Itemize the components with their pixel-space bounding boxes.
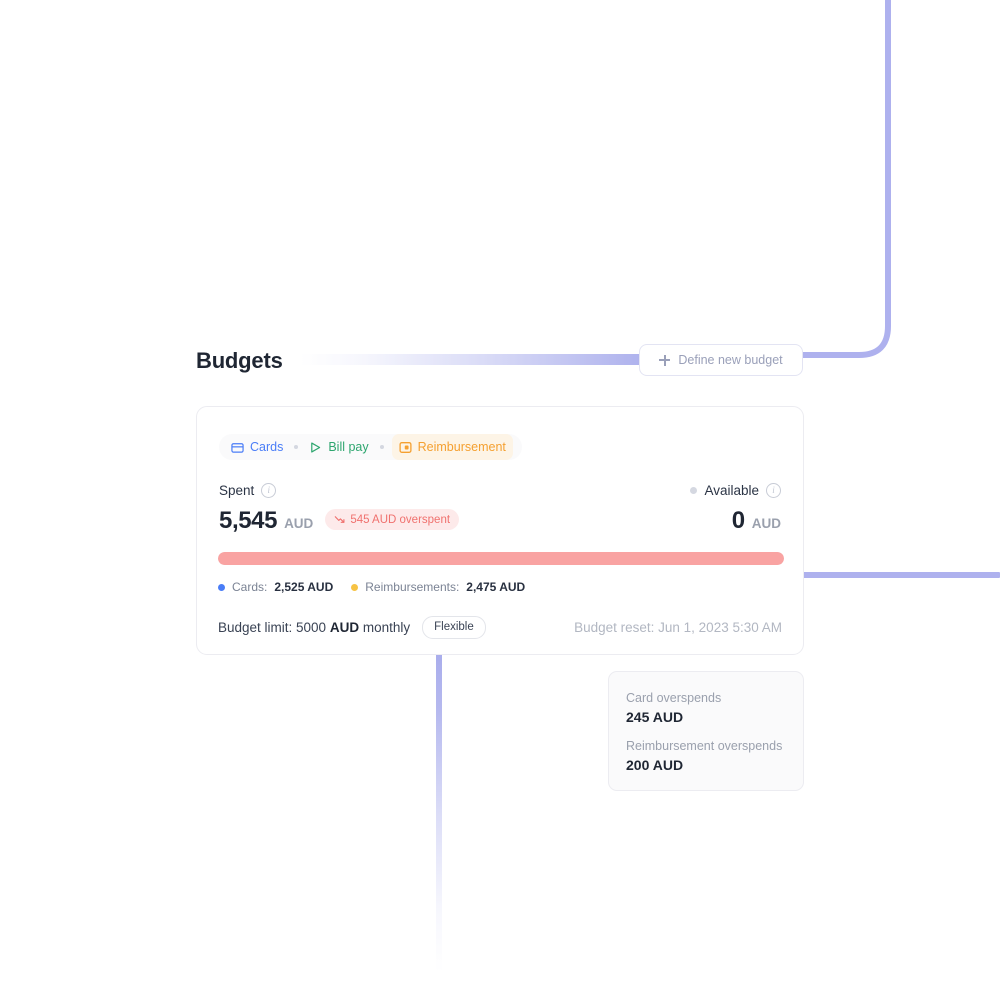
spent-value-row: 5,545 AUD 545 AUD overspent xyxy=(219,507,460,534)
available-label-row: Available i xyxy=(690,481,781,499)
overspent-badge: 545 AUD overspent xyxy=(325,509,460,530)
budget-reset-text: Budget reset: Jun 1, 2023 5:30 AM xyxy=(574,619,782,635)
legend-reimbursements-label: Reimbursements: xyxy=(365,580,460,594)
plus-icon xyxy=(659,354,671,366)
spent-amount: 5,545 xyxy=(219,507,278,534)
budget-source-chip-group: Cards Bill pay Reimbursement xyxy=(219,434,522,460)
card-overspends-label: Card overspends xyxy=(626,691,722,705)
chip-reimbursement[interactable]: Reimbursement xyxy=(391,434,513,460)
chip-reimbursement-label: Reimbursement xyxy=(417,440,506,454)
available-value-row: 0 AUD xyxy=(690,508,781,534)
connector-line-top-right xyxy=(800,0,891,358)
available-label: Available xyxy=(704,482,759,498)
trending-up-icon xyxy=(334,514,345,525)
chip-separator-dot xyxy=(379,445,384,449)
spent-metric: Spent i 5,545 AUD 545 AUD overspent xyxy=(219,481,460,534)
define-new-budget-button[interactable]: Define new budget xyxy=(639,344,803,376)
reimbursement-overspends-label: Reimbursement overspends xyxy=(626,739,783,753)
budget-progress-bar xyxy=(218,552,784,565)
budget-limit-prefix: Budget limit: 5000 xyxy=(218,619,330,635)
budget-card: Cards Bill pay Reimbursement Spent i 5,5… xyxy=(196,406,804,655)
budget-limit-currency: AUD xyxy=(329,619,360,635)
legend-cards-value: 2,525 AUD xyxy=(274,580,334,594)
receipt-card-icon xyxy=(399,441,412,454)
spent-currency: AUD xyxy=(284,516,314,531)
overspend-tooltip: Card overspends 245 AUD Reimbursement ov… xyxy=(608,671,804,791)
flexible-badge[interactable]: Flexible xyxy=(422,615,486,639)
legend-reimbursements-value: 2,475 AUD xyxy=(466,580,526,594)
define-new-budget-label: Define new budget xyxy=(678,353,783,367)
page-title: Budgets xyxy=(196,348,283,373)
legend-dot-reimbursements xyxy=(351,583,359,591)
budget-progress-fill xyxy=(218,552,784,565)
legend-dot-cards xyxy=(218,583,225,591)
spent-label: Spent xyxy=(219,482,255,498)
info-icon[interactable]: i xyxy=(261,482,277,498)
legend-item-reimbursements: Reimbursements: 2,475 AUD xyxy=(351,580,525,594)
connector-line-bottom xyxy=(436,654,442,972)
reimbursement-overspends-value: 200 AUD xyxy=(626,757,684,773)
budget-limit-text: Budget limit: 5000 AUD monthly xyxy=(218,620,410,635)
card-overspends-value: 245 AUD xyxy=(626,709,684,725)
chip-cards[interactable]: Cards xyxy=(228,434,286,460)
chip-cards-label: Cards xyxy=(250,440,284,454)
available-amount: 0 xyxy=(731,507,745,534)
available-dot-icon xyxy=(690,486,698,494)
overspent-badge-label: 545 AUD overspent xyxy=(350,513,451,526)
available-currency: AUD xyxy=(751,516,781,531)
budget-legend: Cards: 2,525 AUD Reimbursements: 2,475 A… xyxy=(218,580,525,594)
connector-line-right xyxy=(803,572,1000,578)
info-icon[interactable]: i xyxy=(766,482,781,498)
available-metric: Available i 0 AUD xyxy=(690,481,781,534)
credit-card-icon xyxy=(231,441,244,454)
budget-limit-suffix: monthly xyxy=(359,619,411,635)
page-canvas: Budgets Define new budget Cards Bill pay… xyxy=(0,0,1000,1000)
connector-line-left-fade xyxy=(300,354,645,365)
budget-card-footer: Budget limit: 5000 AUD monthly Flexible … xyxy=(218,615,782,639)
spent-label-row: Spent i xyxy=(219,481,459,499)
chip-separator-dot xyxy=(294,445,299,449)
chip-bill-pay-label: Bill pay xyxy=(328,440,369,454)
send-icon xyxy=(309,441,322,454)
chip-bill-pay[interactable]: Bill pay xyxy=(306,434,371,460)
legend-cards-label: Cards: xyxy=(232,580,268,594)
legend-item-cards: Cards: 2,525 AUD xyxy=(218,580,333,594)
